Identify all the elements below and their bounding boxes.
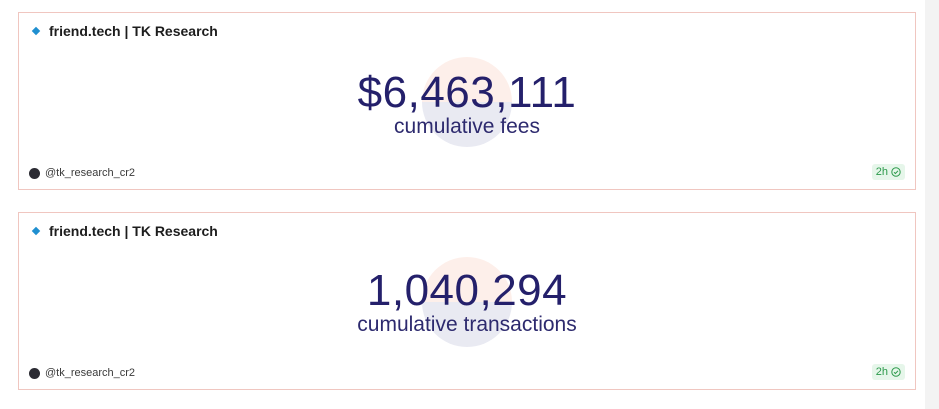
author-link[interactable]: @tk_research_cr2 (29, 367, 135, 379)
card-header[interactable]: friend.tech | TK Research (30, 223, 218, 239)
counter-card-fees[interactable]: friend.tech | TK Research $6,463,111 cum… (18, 12, 916, 190)
avatar (29, 367, 40, 379)
freshness-badge[interactable]: 2h (871, 164, 905, 180)
diamond-icon (31, 226, 41, 236)
author-username[interactable]: @tk_research_cr2 (45, 367, 135, 379)
counter-metric: 1,040,294 cumulative transactions (19, 267, 915, 337)
check-circle-icon (891, 167, 901, 177)
card-header[interactable]: friend.tech | TK Research (30, 23, 218, 39)
card-title[interactable]: friend.tech | TK Research (49, 23, 218, 39)
author-username[interactable]: @tk_research_cr2 (45, 167, 135, 179)
author-link[interactable]: @tk_research_cr2 (29, 167, 135, 179)
dashboard-page: friend.tech | TK Research $6,463,111 cum… (0, 0, 939, 409)
card-title[interactable]: friend.tech | TK Research (49, 223, 218, 239)
counter-metric: $6,463,111 cumulative fees (19, 69, 915, 139)
diamond-icon (31, 26, 41, 36)
check-circle-icon (891, 367, 901, 377)
freshness-text: 2h (875, 366, 888, 378)
freshness-text: 2h (875, 166, 888, 178)
counter-label: cumulative transactions (357, 313, 577, 336)
freshness-badge[interactable]: 2h (871, 364, 905, 380)
scrollbar-track[interactable] (925, 0, 939, 409)
counter-value: $6,463,111 (357, 68, 577, 117)
counter-card-transactions[interactable]: friend.tech | TK Research 1,040,294 cumu… (18, 212, 916, 390)
avatar (29, 167, 40, 179)
counter-value: 1,040,294 (366, 266, 568, 315)
counter-label: cumulative fees (394, 115, 540, 138)
